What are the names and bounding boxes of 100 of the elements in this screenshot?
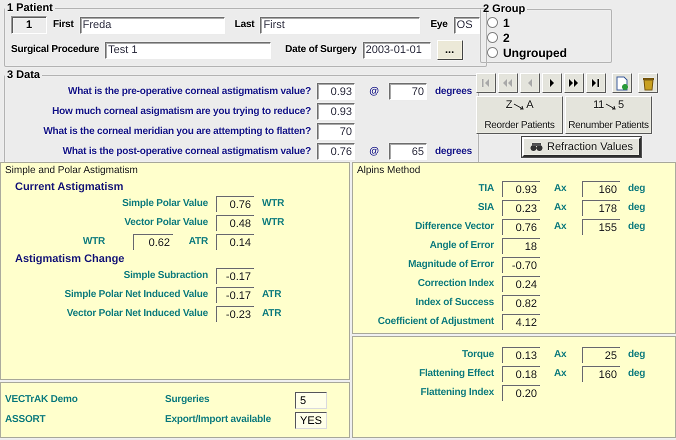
value-field[interactable]: 0.93 bbox=[317, 83, 355, 100]
frame-title: 2 Group bbox=[482, 3, 526, 15]
axis-display: 160 bbox=[582, 366, 620, 382]
panel-title: Simple and Polar Astigmatism bbox=[5, 165, 138, 176]
field-label: Coefficient of Adjustment bbox=[376, 315, 494, 329]
patient-number: 1 bbox=[11, 16, 47, 34]
value-display: 0.62 bbox=[133, 234, 173, 250]
section-heading: Current Astigmatism bbox=[15, 181, 124, 193]
unit-label: deg bbox=[628, 348, 646, 362]
axis-label: Ax bbox=[554, 367, 568, 381]
field-label: Difference Vector bbox=[414, 220, 494, 234]
value-display: 0.93 bbox=[502, 181, 540, 197]
field-label: Simple Subraction bbox=[122, 269, 208, 283]
field-label: Vector Polar Value bbox=[123, 216, 208, 230]
reorder-button[interactable]: Z A Reorder Patients bbox=[476, 96, 563, 134]
value-display: 18 bbox=[502, 238, 540, 254]
value-display: 4.12 bbox=[502, 314, 540, 330]
renumber-button[interactable]: 11 5 Renumber Patients bbox=[565, 96, 652, 134]
angle-field[interactable]: 65 bbox=[389, 143, 427, 160]
refraction-values-button[interactable]: Refraction Values bbox=[522, 137, 642, 157]
unit-label: deg bbox=[628, 220, 646, 234]
field-label: Torque bbox=[461, 348, 494, 362]
unit-label: deg bbox=[628, 182, 646, 196]
question-label: What is the post-operative corneal astigmatism value? bbox=[62, 144, 311, 158]
at-label: @ bbox=[368, 84, 380, 98]
unit-label: degrees bbox=[435, 84, 472, 98]
forward-button[interactable] bbox=[564, 73, 584, 93]
frame-title: 1 Patient bbox=[6, 2, 54, 14]
axis-label: Ax bbox=[554, 182, 568, 196]
axis-label: Ax bbox=[554, 201, 568, 215]
at-label: @ bbox=[368, 144, 380, 158]
binoculars-icon bbox=[530, 142, 543, 152]
field-label: Surgical Procedure bbox=[11, 43, 100, 57]
unit-label: WTR bbox=[262, 216, 284, 230]
value-display: 0.18 bbox=[502, 366, 540, 382]
field-label: Angle of Error bbox=[428, 239, 494, 253]
value-display: 0.13 bbox=[502, 347, 540, 363]
value-display: -0.17 bbox=[216, 268, 254, 284]
value-display: 0.82 bbox=[502, 295, 540, 311]
last-record-icon bbox=[591, 76, 601, 90]
angle-field[interactable]: 70 bbox=[389, 83, 427, 100]
radio-option[interactable]: 1 bbox=[487, 15, 605, 30]
value-display: -0.23 bbox=[216, 306, 254, 322]
radio-option[interactable]: Ungrouped bbox=[487, 45, 605, 60]
axis-label: Ax bbox=[554, 348, 568, 362]
field-label: Vector Polar Net Induced Value bbox=[66, 307, 208, 321]
eye-field[interactable]: OS bbox=[454, 16, 480, 34]
field-label: First bbox=[53, 18, 74, 32]
unit-label: ATR bbox=[262, 307, 282, 321]
first-record-icon bbox=[481, 76, 491, 90]
axis-display: 160 bbox=[582, 181, 620, 197]
date-picker-button[interactable]: ... bbox=[436, 40, 463, 60]
value-display: 0.76 bbox=[216, 196, 254, 212]
next-button[interactable] bbox=[542, 73, 562, 93]
field-label: ATR bbox=[188, 235, 208, 249]
field-label: Surgeries bbox=[165, 393, 210, 407]
field-label: Index of Success bbox=[414, 296, 494, 310]
new-button[interactable] bbox=[612, 73, 632, 93]
axis-display: 25 bbox=[582, 347, 620, 363]
field-label: TIA bbox=[477, 182, 494, 196]
question-label: What is the corneal meridian you are attempting to flatten? bbox=[42, 124, 311, 138]
axis-display: 178 bbox=[582, 200, 620, 216]
value-display: 0.24 bbox=[502, 276, 540, 292]
last-button[interactable] bbox=[586, 73, 606, 93]
field-label: Date of Surgery bbox=[285, 43, 357, 57]
app-label: VECTrAK Demo bbox=[5, 393, 79, 407]
arrow-icon bbox=[513, 103, 526, 111]
arrow-icon bbox=[605, 103, 617, 111]
value-display: 5 bbox=[295, 392, 327, 408]
last-name-field[interactable]: First bbox=[260, 16, 420, 34]
app-label: ASSORT bbox=[5, 413, 46, 427]
field-label: Magnitude of Error bbox=[407, 258, 494, 272]
delete-button[interactable] bbox=[638, 73, 658, 93]
first-name-field[interactable]: Freda bbox=[80, 16, 225, 34]
value-display: 0.48 bbox=[216, 215, 254, 231]
unit-label: deg bbox=[628, 367, 646, 381]
new-document-icon bbox=[616, 76, 628, 90]
question-label: How much corneal asigmatism are you trying to reduce? bbox=[51, 104, 311, 118]
question-label: What is the pre-operative corneal astigmatism value? bbox=[66, 84, 311, 98]
unit-label: degrees bbox=[435, 144, 472, 158]
frame-title: 3 Data bbox=[6, 69, 42, 81]
unit-label: WTR bbox=[262, 197, 284, 211]
axis-display: 155 bbox=[582, 219, 620, 235]
unit-label: ATR bbox=[262, 288, 282, 302]
procedure-field[interactable]: Test 1 bbox=[105, 42, 272, 58]
field-label: Correction Index bbox=[416, 277, 494, 291]
fast-forward-icon bbox=[568, 76, 580, 90]
field-label: Export/Import available bbox=[165, 413, 272, 427]
section-heading: Astigmatism Change bbox=[15, 253, 126, 265]
trash-icon bbox=[642, 76, 654, 90]
date-field[interactable]: 2003-01-01 bbox=[362, 42, 431, 58]
field-label: Last bbox=[234, 18, 254, 32]
value-field[interactable]: 70 bbox=[317, 123, 355, 140]
value-field[interactable]: 0.93 bbox=[317, 103, 355, 120]
value-display: 0.23 bbox=[502, 200, 540, 216]
field-label: Eye bbox=[430, 18, 448, 32]
value-field[interactable]: 0.76 bbox=[317, 143, 355, 160]
radio-option[interactable]: 2 bbox=[487, 30, 605, 45]
next-icon bbox=[548, 76, 556, 90]
axis-label: Ax bbox=[554, 220, 568, 234]
